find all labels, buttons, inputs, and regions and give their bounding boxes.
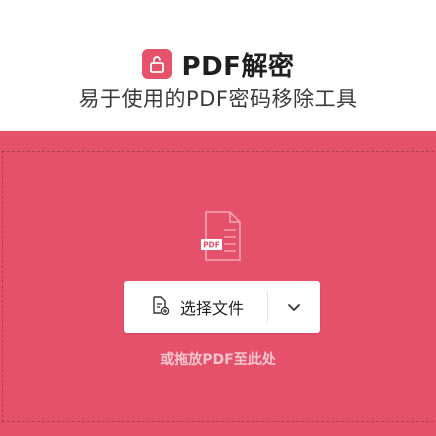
chevron-down-icon	[287, 298, 301, 317]
pdf-file-icon: PDF	[198, 210, 246, 262]
source-dropdown-button[interactable]	[268, 281, 320, 333]
title-row: PDF解密	[0, 47, 436, 82]
select-file-button[interactable]: 选择文件	[124, 281, 267, 333]
drop-zone-border-left	[2, 151, 3, 422]
page-subtitle: 易于使用的PDF密码移除工具	[78, 87, 358, 111]
file-add-icon	[150, 295, 170, 319]
pdf-tag: PDF	[203, 241, 220, 250]
select-file-label: 选择文件	[180, 299, 245, 318]
select-file-button-group: 选择文件	[124, 281, 320, 333]
drop-hint-text: 或拖放PDF至此处	[160, 352, 276, 368]
file-drop-zone[interactable]: PDF 选择文件 或拖放PDF至此处	[0, 131, 436, 436]
page-title: PDF解密	[181, 51, 295, 82]
drop-zone-border-top	[2, 151, 434, 152]
header: PDF解密 易于使用的PDF密码移除工具	[0, 0, 436, 131]
drop-zone-border-bottom	[2, 421, 434, 422]
unlock-icon	[141, 49, 172, 79]
